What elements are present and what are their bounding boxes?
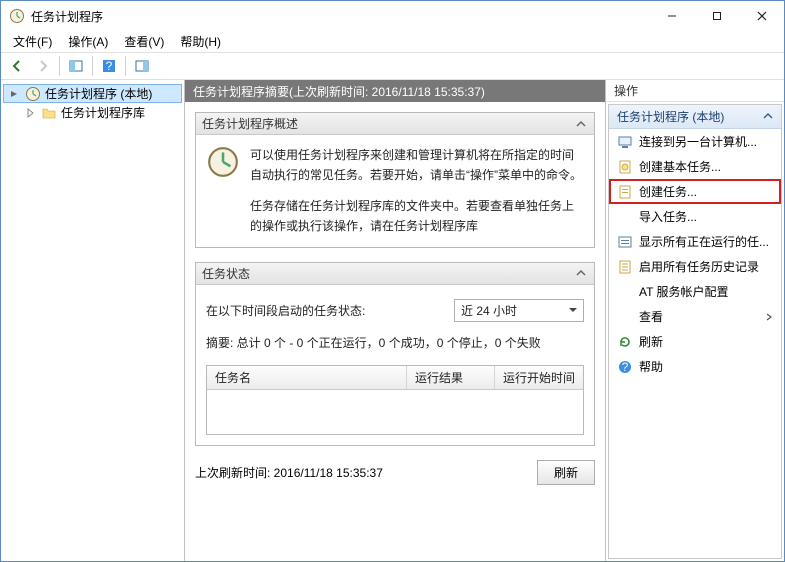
account-icon [617,284,633,300]
menubar: 文件(F) 操作(A) 查看(V) 帮助(H) [1,31,784,52]
status-period-label: 在以下时间段启动的任务状态: [206,302,454,319]
refresh-button[interactable]: 刷新 [537,460,595,485]
help-icon: ? [617,359,633,375]
action-show-all-running-tasks[interactable]: 显示所有正在运行的任... [609,229,781,254]
action-label: AT 服务帐户配置 [639,283,729,300]
status-task-table: 任务名 运行结果 运行开始时间 [206,365,584,435]
task-status-group-header[interactable]: 任务状态 [196,263,594,285]
overview-paragraph-1: 可以使用任务计划程序来创建和管理计算机将在所指定的时间自动执行的常见任务。若要开… [250,145,584,186]
menu-action[interactable]: 操作(A) [60,31,116,52]
task-icon [617,184,633,200]
svg-text:?: ? [106,59,113,73]
action-label: 查看 [639,308,663,325]
task-status-group: 任务状态 在以下时间段启动的任务状态: 近 24 小时 摘要: 总计 0 个 [195,262,595,446]
last-refresh-label: 上次刷新时间: 2016/11/18 15:35:37 [195,464,537,481]
computer-icon [617,134,633,150]
status-period-value: 近 24 小时 [461,302,517,319]
action-label: 导入任务... [639,208,697,225]
view-icon [617,309,633,325]
chevron-up-icon [763,110,773,124]
tree-item-task-scheduler-library[interactable]: 任务计划程序库 [19,103,182,122]
running-tasks-icon [617,234,633,250]
action-enable-all-task-history[interactable]: 启用所有任务历史记录 [609,254,781,279]
overview-group: 任务计划程序概述 可以使用任务计划程序来创建和管理计算机将在所指定的时间自动执行… [195,112,595,248]
show-hide-console-tree-button[interactable] [64,54,88,78]
action-import-task[interactable]: 导入任务... [609,204,781,229]
window-title: 任务计划程序 [31,8,649,25]
import-icon [617,209,633,225]
action-create-task[interactable]: 创建任务... [609,179,781,204]
action-label: 创建任务... [639,183,697,200]
task-status-title: 任务状态 [202,265,250,282]
help-button[interactable]: ? [97,54,121,78]
clock-icon [206,145,240,182]
tree-library-label: 任务计划程序库 [61,104,145,121]
toolbar-separator [125,56,126,76]
toolbar-separator [59,56,60,76]
maximize-button[interactable] [694,2,739,30]
tree-expander-icon[interactable] [23,106,37,120]
menu-help[interactable]: 帮助(H) [172,31,229,52]
tree-expander-icon[interactable] [7,87,21,101]
clock-icon [25,86,41,102]
tree-root-task-scheduler-local[interactable]: 任务计划程序 (本地) [3,84,182,103]
toolbar: ? [1,52,784,80]
actions-section-header[interactable]: 任务计划程序 (本地) [609,105,781,129]
action-label: 连接到另一台计算机... [639,133,757,150]
collapse-icon[interactable] [574,266,588,280]
actions-section-label: 任务计划程序 (本地) [617,108,724,125]
action-create-basic-task[interactable]: 创建基本任务... [609,154,781,179]
action-help[interactable]: ? 帮助 [609,354,781,379]
nav-back-button[interactable] [5,54,29,78]
titlebar: 任务计划程序 [1,1,784,31]
console-tree: 任务计划程序 (本地) 任务计划程序库 [1,80,185,561]
overview-paragraph-2: 任务存储在任务计划程序库的文件夹中。若要查看单独任务上的操作或执行该操作，请在任… [250,196,584,237]
column-run-result[interactable]: 运行结果 [407,366,495,389]
tree-root-label: 任务计划程序 (本地) [45,85,152,102]
overview-title: 任务计划程序概述 [202,115,298,132]
action-label: 帮助 [639,358,663,375]
app-icon [9,8,25,24]
column-task-name[interactable]: 任务名 [207,366,407,389]
refresh-icon [617,334,633,350]
action-label: 创建基本任务... [639,158,721,175]
menu-file[interactable]: 文件(F) [5,31,60,52]
action-at-service-account[interactable]: AT 服务帐户配置 [609,279,781,304]
nav-forward-button[interactable] [31,54,55,78]
task-icon [617,159,633,175]
action-label: 显示所有正在运行的任... [639,233,769,250]
svg-text:?: ? [622,360,629,374]
menu-view[interactable]: 查看(V) [116,31,172,52]
close-button[interactable] [739,2,784,30]
collapse-icon[interactable] [574,117,588,131]
status-period-dropdown[interactable]: 近 24 小时 [454,299,584,322]
folder-icon [41,105,57,121]
minimize-button[interactable] [649,2,694,30]
actions-pane-title: 操作 [606,80,784,102]
history-icon [617,259,633,275]
status-summary-text: 摘要: 总计 0 个 - 0 个正在运行，0 个成功，0 个停止，0 个失败 [206,334,584,351]
overview-group-header[interactable]: 任务计划程序概述 [196,113,594,135]
action-label: 启用所有任务历史记录 [639,258,759,275]
actions-pane: 操作 任务计划程序 (本地) 连接到另一台计算机... 创建基本任务... [606,80,784,561]
column-run-start[interactable]: 运行开始时间 [495,366,583,389]
details-header: 任务计划程序摘要(上次刷新时间: 2016/11/18 15:35:37) [185,80,605,102]
action-view[interactable]: 查看 [609,304,781,329]
details-pane: 任务计划程序摘要(上次刷新时间: 2016/11/18 15:35:37) 任务… [185,80,606,561]
chevron-right-icon [765,310,773,324]
toolbar-separator [92,56,93,76]
action-connect-another-computer[interactable]: 连接到另一台计算机... [609,129,781,154]
action-label: 刷新 [639,333,663,350]
action-refresh[interactable]: 刷新 [609,329,781,354]
show-hide-action-pane-button[interactable] [130,54,154,78]
